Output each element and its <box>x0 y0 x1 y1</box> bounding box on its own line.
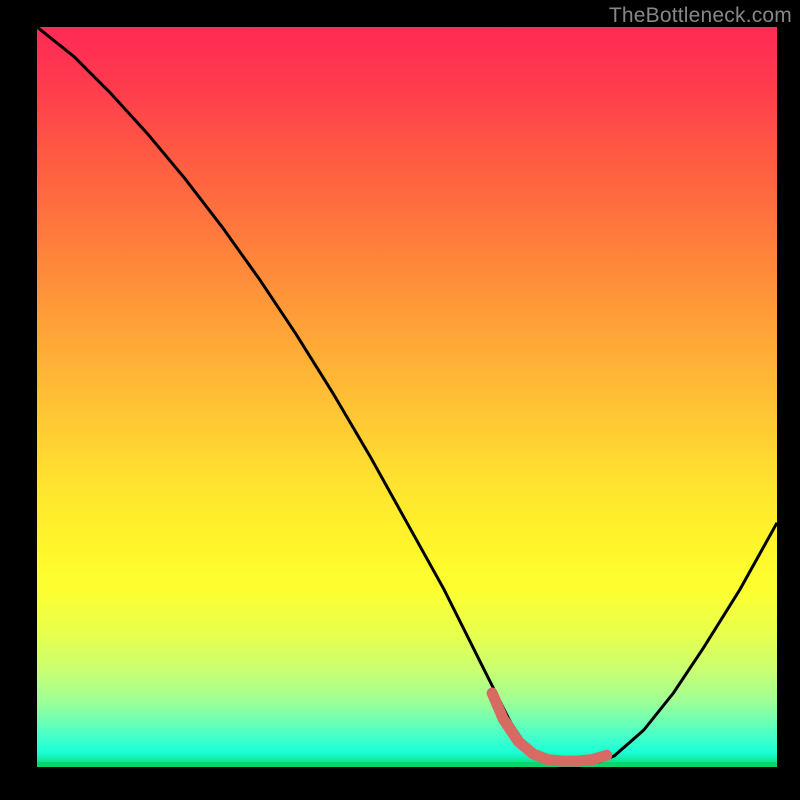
chart-stage: TheBottleneck.com <box>0 0 800 800</box>
watermark-text: TheBottleneck.com <box>609 4 792 28</box>
plot-area <box>37 27 777 767</box>
accent-segment-path <box>492 693 607 761</box>
bottleneck-curve-path <box>37 27 777 763</box>
curve-svg <box>37 27 777 767</box>
